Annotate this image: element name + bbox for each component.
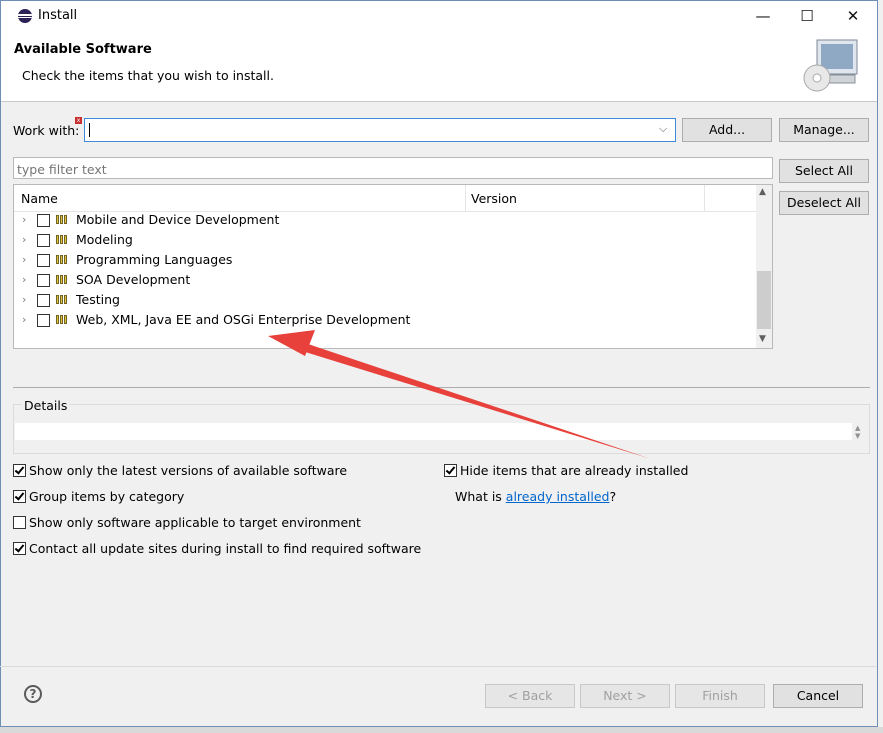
group-by-category-checkbox[interactable] — [13, 490, 26, 503]
cancel-button[interactable]: Cancel — [773, 684, 863, 708]
category-icon — [56, 315, 70, 325]
category-icon — [56, 235, 70, 245]
deselect-all-button[interactable]: Deselect All — [779, 191, 869, 215]
maximize-button[interactable]: ☐ — [784, 1, 830, 31]
target-environment-label[interactable]: Show only software applicable to target … — [29, 515, 361, 530]
software-tree: Name Version › Mobile and Device Develop… — [13, 184, 773, 349]
chevron-right-icon[interactable]: › — [22, 313, 34, 326]
work-with-combo[interactable]: ⌵ — [84, 118, 676, 142]
row-label: SOA Development — [76, 272, 191, 287]
what-is-text: What is already installed? — [455, 489, 616, 504]
tree-row[interactable]: › Mobile and Device Development — [14, 210, 754, 230]
chevron-right-icon[interactable]: › — [22, 233, 34, 246]
category-icon — [56, 255, 70, 265]
category-icon — [56, 215, 70, 225]
column-version[interactable]: Version — [471, 191, 517, 206]
title-bar: Install — ☐ ✕ — [1, 1, 877, 31]
wizard-header: Available Software Check the items that … — [1, 31, 877, 102]
page-subtitle: Check the items that you wish to install… — [22, 68, 274, 83]
scroll-up-icon[interactable]: ▲ — [759, 187, 766, 197]
row-label: Mobile and Device Development — [76, 212, 280, 227]
tree-row[interactable]: › Modeling — [14, 230, 754, 250]
row-checkbox[interactable] — [37, 314, 50, 327]
chevron-down-icon[interactable]: ⌵ — [659, 122, 667, 136]
minimize-button[interactable]: — — [740, 1, 786, 31]
next-button[interactable]: Next > — [580, 684, 670, 708]
background-eclipse-views-strip — [0, 727, 883, 733]
sash-divider[interactable] — [13, 387, 870, 388]
add-button[interactable]: Add... — [682, 118, 772, 142]
what-is-suffix: ? — [609, 489, 617, 504]
back-button[interactable]: < Back — [485, 684, 575, 708]
tree-row[interactable]: › Web, XML, Java EE and OSGi Enterprise … — [14, 310, 754, 330]
chevron-right-icon[interactable]: › — [22, 273, 34, 286]
column-divider — [465, 185, 466, 211]
close-button[interactable]: ✕ — [830, 1, 876, 31]
hide-installed-label[interactable]: Hide items that are already installed — [460, 463, 688, 478]
row-label: Web, XML, Java EE and OSGi Enterprise De… — [76, 312, 411, 327]
tree-row[interactable]: › Testing — [14, 290, 754, 310]
select-all-button[interactable]: Select All — [779, 159, 869, 183]
details-label: Details — [22, 398, 70, 413]
already-installed-link[interactable]: already installed — [506, 489, 610, 504]
chevron-right-icon[interactable]: › — [22, 213, 34, 226]
row-checkbox[interactable] — [37, 294, 50, 307]
install-banner-icon — [803, 39, 858, 92]
eclipse-icon — [18, 9, 32, 23]
row-checkbox[interactable] — [37, 214, 50, 227]
latest-versions-checkbox[interactable] — [13, 464, 26, 477]
row-label: Modeling — [76, 232, 133, 247]
latest-versions-label[interactable]: Show only the latest versions of availab… — [29, 463, 347, 478]
contact-update-sites-checkbox[interactable] — [13, 542, 26, 555]
row-checkbox[interactable] — [37, 234, 50, 247]
category-icon — [56, 275, 70, 285]
text-cursor — [89, 123, 90, 137]
hide-installed-checkbox[interactable] — [444, 464, 457, 477]
row-checkbox[interactable] — [37, 274, 50, 287]
help-icon[interactable]: ? — [24, 685, 42, 703]
target-environment-checkbox[interactable] — [13, 516, 26, 529]
work-with-label: Work with: — [13, 123, 80, 138]
row-checkbox[interactable] — [37, 254, 50, 267]
scroll-down-icon[interactable]: ▼ — [759, 334, 766, 344]
tree-row[interactable]: › Programming Languages — [14, 250, 754, 270]
row-label: Programming Languages — [76, 252, 233, 267]
contact-update-sites-label[interactable]: Contact all update sites during install … — [29, 541, 421, 556]
filter-input[interactable] — [13, 157, 773, 179]
what-is-prefix: What is — [455, 489, 502, 504]
tree-row[interactable]: › SOA Development — [14, 270, 754, 290]
tree-header: Name Version — [14, 185, 756, 212]
finish-button[interactable]: Finish — [675, 684, 765, 708]
chevron-right-icon[interactable]: › — [22, 253, 34, 266]
page-title: Available Software — [14, 42, 152, 57]
details-spinner-icon[interactable]: ▲ ▼ — [855, 424, 860, 440]
tree-scrollbar[interactable]: ▲ ▼ — [756, 185, 772, 348]
category-icon — [56, 295, 70, 305]
window-title: Install — [38, 8, 78, 23]
column-divider — [704, 185, 705, 211]
scrollbar-thumb[interactable] — [757, 271, 771, 329]
chevron-right-icon[interactable]: › — [22, 293, 34, 306]
row-label: Testing — [76, 292, 120, 307]
install-dialog: Install — ☐ ✕ Available Software Check t… — [0, 0, 878, 727]
manage-button[interactable]: Manage... — [779, 118, 869, 142]
footer-divider — [0, 666, 876, 667]
column-name[interactable]: Name — [21, 191, 58, 206]
group-by-category-label[interactable]: Group items by category — [29, 489, 184, 504]
details-text — [15, 423, 852, 440]
error-icon: x — [75, 117, 82, 124]
